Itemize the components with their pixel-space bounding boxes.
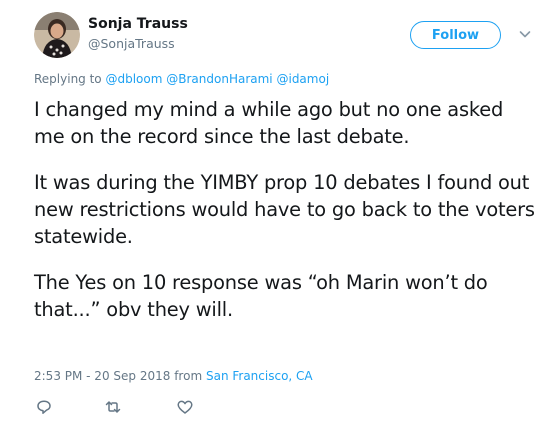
mention-link[interactable]: @dbloom <box>105 72 162 86</box>
tweet-location[interactable]: San Francisco, CA <box>206 369 313 383</box>
retweet-icon[interactable] <box>104 398 122 416</box>
tweet-timestamp[interactable]: 2:53 PM - 20 Sep 2018 <box>34 369 170 383</box>
avatar-image <box>34 12 80 58</box>
reply-prefix: Replying to <box>34 72 102 86</box>
tweet-text: I changed my mind a while ago but no one… <box>34 96 539 342</box>
tweet-paragraph: I changed my mind a while ago but no one… <box>34 98 504 148</box>
tweet-paragraph: The Yes on 10 response was “oh Marin won… <box>34 271 488 321</box>
tweet-paragraph: It was during the YIMBY prop 10 debates … <box>34 171 535 248</box>
heart-icon[interactable] <box>176 398 194 416</box>
tweet-actions <box>0 398 554 418</box>
avatar[interactable] <box>34 12 80 58</box>
mention-link[interactable]: @BrandonHarami <box>166 72 272 86</box>
author-handle[interactable]: @SonjaTrauss <box>88 36 175 51</box>
from-label: from <box>174 369 203 383</box>
chevron-down-icon[interactable] <box>518 27 532 41</box>
author-name[interactable]: Sonja Trauss <box>88 16 188 32</box>
mention-link[interactable]: @idamoj <box>276 72 329 86</box>
reply-context: Replying to @dbloom @BrandonHarami @idam… <box>34 72 329 86</box>
tweet-meta: 2:53 PM - 20 Sep 2018 from San Francisco… <box>34 369 313 383</box>
follow-button[interactable]: Follow <box>410 21 501 49</box>
reply-icon[interactable] <box>35 398 53 416</box>
